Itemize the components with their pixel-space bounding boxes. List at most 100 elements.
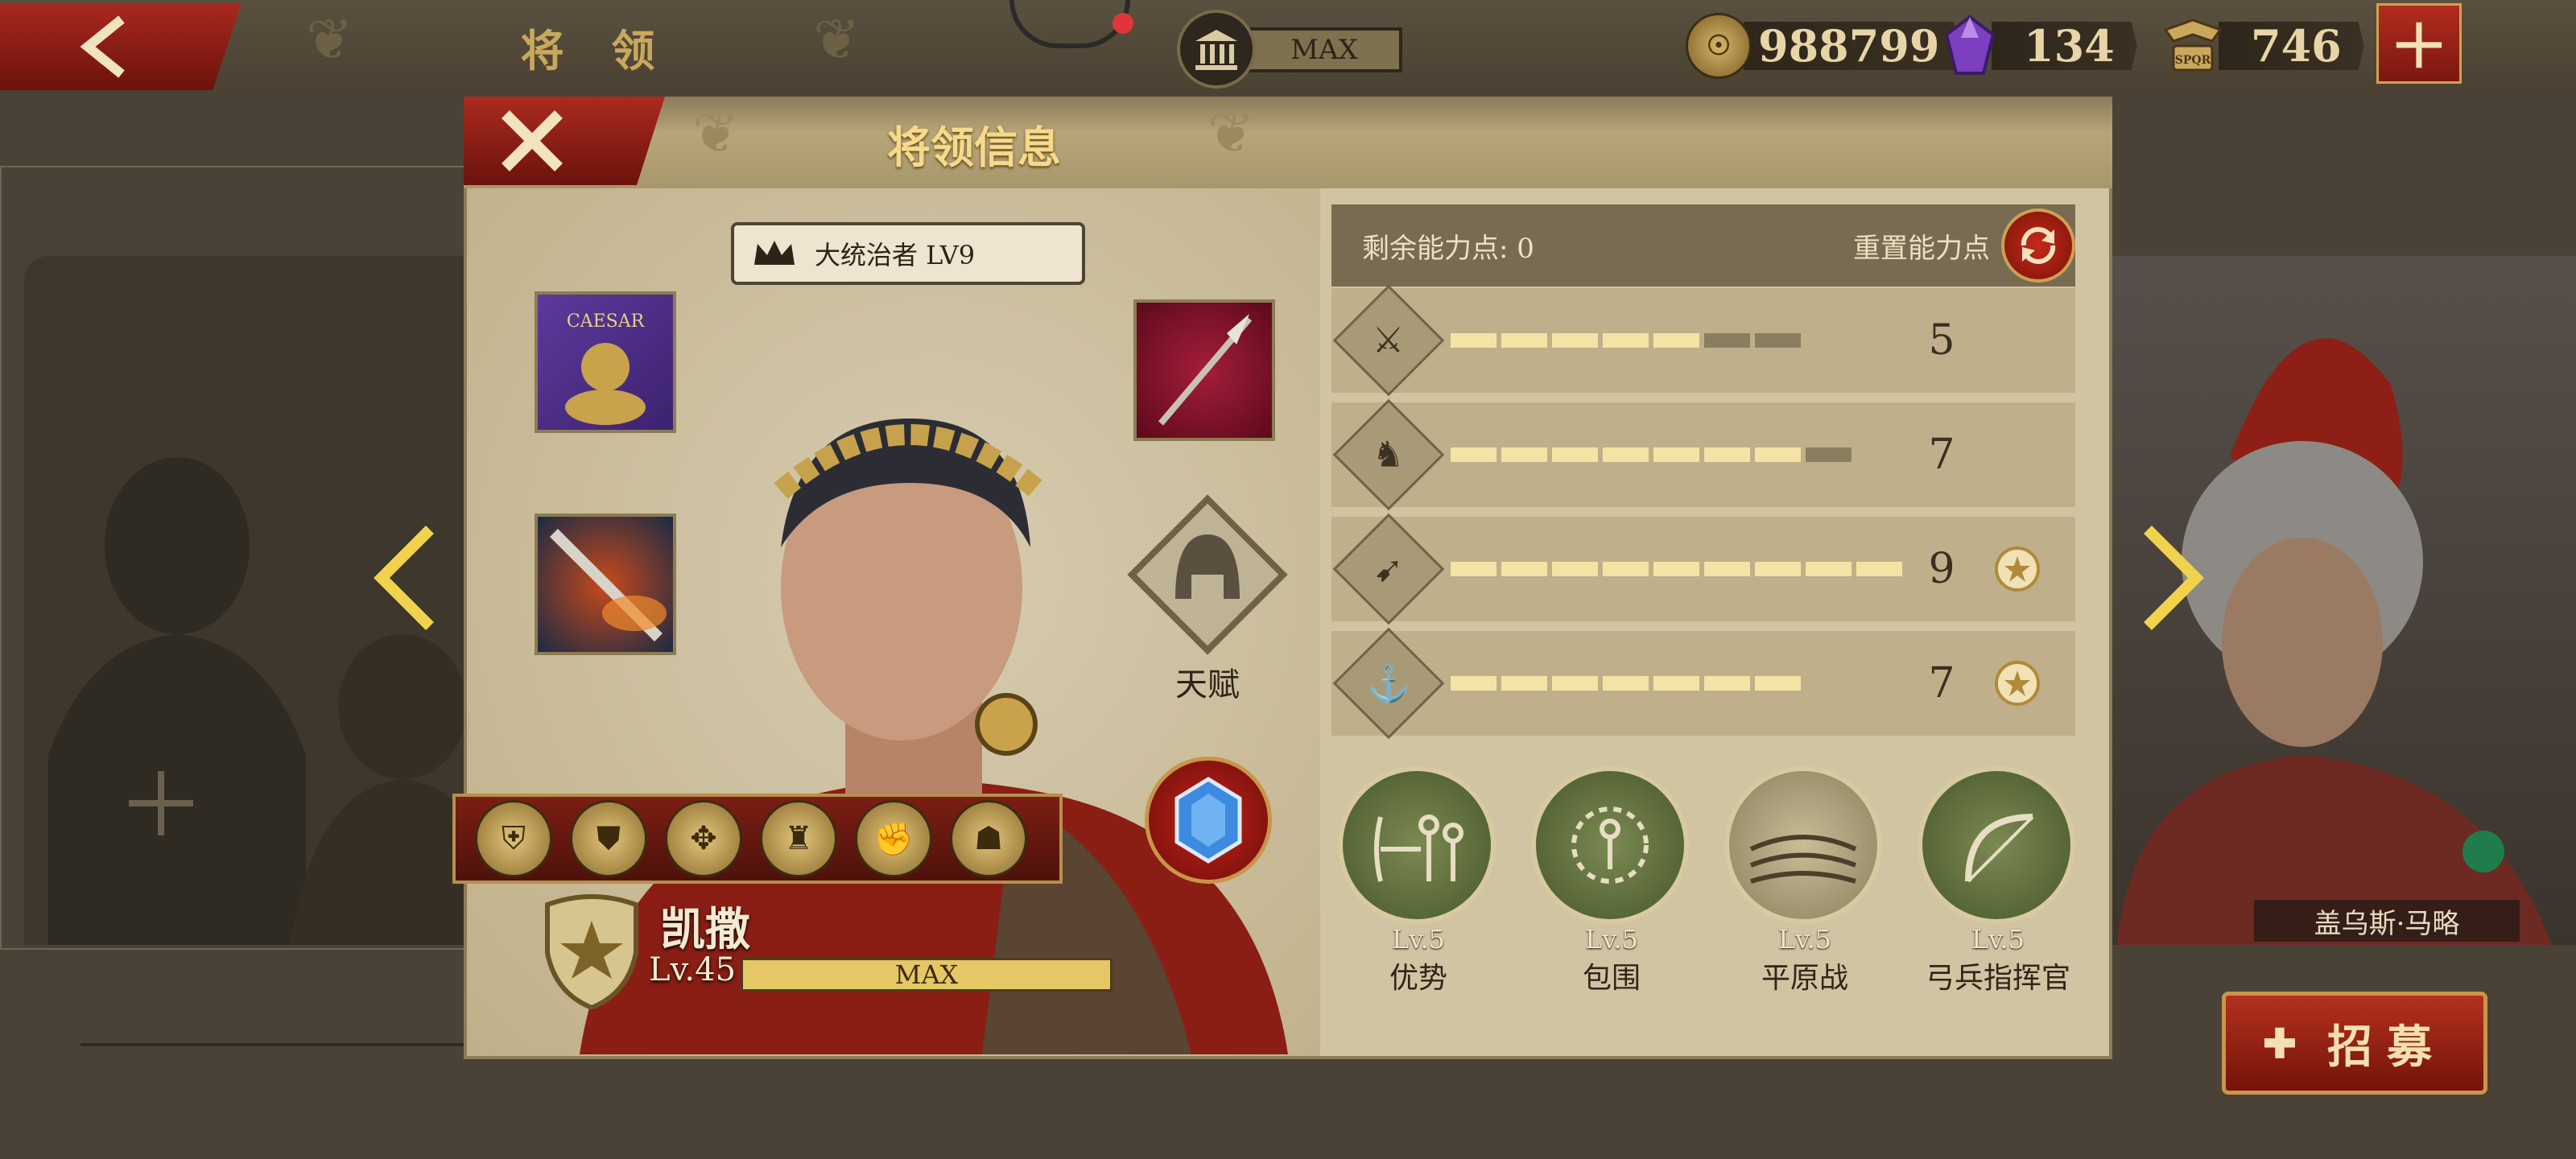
general-level: Lv.45 <box>649 951 737 988</box>
ability-name: 弓兵指挥官 <box>1925 962 2070 995</box>
skill-row: ⛨ ⛊ ✥ ♜ ✊ ☗ <box>452 794 1063 884</box>
ability-level: Lv.5 <box>1391 924 1446 955</box>
helmet-plus-icon: ✚ <box>2263 1019 2311 1067</box>
skill-arm-icon[interactable]: ✊ <box>855 800 932 877</box>
recruit-button[interactable]: ✚ 招募 <box>2222 992 2487 1095</box>
talent-label: 天赋 <box>1175 666 1240 703</box>
stat-row-cavalry: ♞ 7 <box>1331 398 2075 511</box>
ability-plains-battle[interactable]: Lv.5 平原战 <box>1724 766 1901 996</box>
spear-icon <box>1158 314 1253 426</box>
stat-bar <box>1451 333 1909 348</box>
stat-bar <box>1451 676 1909 691</box>
stat-row-archer: ➹ 9 <box>1331 513 2075 625</box>
honor-resource[interactable]: SPQR 746 <box>2161 18 2364 74</box>
previous-general-arrow-icon[interactable] <box>365 522 438 634</box>
stat-bar-segment <box>1704 448 1750 462</box>
ability-level: Lv.5 <box>1971 924 2025 955</box>
svg-text:SPQR: SPQR <box>2175 54 2211 67</box>
stat-bar-segment <box>1603 562 1649 576</box>
bow-commander-icon <box>1918 766 2075 924</box>
skill-helmet-icon[interactable]: ☗ <box>950 800 1027 877</box>
stat-bar-segment <box>1856 562 1902 576</box>
gem-value: 134 <box>1992 22 2137 70</box>
skill-cross-icon[interactable]: ✥ <box>665 800 742 877</box>
stat-value: 7 <box>1928 431 1955 479</box>
encircle-icon <box>1531 766 1689 924</box>
stat-value: 9 <box>1928 545 1955 593</box>
stat-bar-segment <box>1755 448 1801 462</box>
reset-points-button[interactable] <box>2001 208 2075 283</box>
gold-resource[interactable]: ☉ 988799 <box>1686 13 1963 79</box>
gold-value: 988799 <box>1744 22 1963 70</box>
back-button[interactable] <box>0 3 242 90</box>
stats-header: 剩余能力点: 0 重置能力点 <box>1331 204 2075 287</box>
spqr-eagle-icon: SPQR <box>2163 19 2223 72</box>
stat-row-navy: ⚓ 7 <box>1331 627 2075 740</box>
ability-name: 平原战 <box>1761 962 1848 995</box>
stat-bar-segment <box>1806 562 1852 576</box>
gold-coin-icon: ☉ <box>1686 13 1752 79</box>
stat-bar <box>1451 562 1909 576</box>
skill-shield-icon[interactable]: ⛨ <box>475 800 552 877</box>
stat-bar-segment <box>1501 333 1547 348</box>
svg-text:CAESAR: CAESAR <box>567 311 646 332</box>
stat-bar-segment <box>1755 562 1801 576</box>
stat-value: 7 <box>1928 659 1955 707</box>
stat-bar-segment <box>1653 562 1699 576</box>
stat-bar <box>1451 448 1909 462</box>
ability-name: 包围 <box>1582 962 1641 995</box>
rank-label: 大统治者 LV9 <box>731 222 1085 285</box>
gem-resource[interactable]: 134 <box>1942 14 2137 75</box>
building-level-bar: MAX <box>1246 27 1402 72</box>
stat-value: 5 <box>1928 316 1955 365</box>
recruit-label: 招募 <box>2326 1020 2446 1074</box>
panel-title: 将领信息 <box>887 121 1061 173</box>
gem-socket-button[interactable] <box>1145 757 1272 884</box>
ability-name: 优势 <box>1389 962 1447 995</box>
skill-eagle-icon[interactable]: ♜ <box>760 800 837 877</box>
temple-icon <box>1195 30 1237 70</box>
horse-icon: ♞ <box>1332 398 1445 511</box>
talent-helmet-icon[interactable] <box>1127 494 1288 655</box>
page-title: 将 领 <box>520 24 671 76</box>
close-button[interactable] <box>464 97 665 185</box>
reset-points-label: 重置能力点 <box>1853 232 1990 265</box>
next-general-arrow-icon[interactable] <box>2140 522 2212 634</box>
ability-advantage[interactable]: Lv.5 优势 <box>1338 766 1515 996</box>
stat-bar-segment <box>1451 562 1496 576</box>
stat-bar-segment <box>1451 676 1496 691</box>
bow-icon: ➹ <box>1332 513 1445 625</box>
add-resource-button[interactable]: + <box>2376 3 2462 84</box>
skill-armor-icon[interactable]: ⛊ <box>570 800 647 877</box>
stat-bar-segment <box>1653 676 1699 691</box>
star-badge-icon <box>1995 661 2040 706</box>
close-icon <box>502 110 563 171</box>
ability-encircle[interactable]: Lv.5 包围 <box>1531 766 1708 996</box>
plains-icon <box>1724 766 1882 924</box>
stat-bar-segment <box>1501 562 1547 576</box>
laurel-left-icon: ❦ <box>306 6 353 72</box>
equipment-spear-slot[interactable] <box>1133 299 1275 441</box>
stat-bar-segment <box>1451 333 1496 348</box>
equipment-banner-slot[interactable]: CAESAR <box>535 291 676 433</box>
stat-bar-segment <box>1704 333 1750 348</box>
stat-bar-segment <box>1755 676 1801 691</box>
ability-archer-commander[interactable]: Lv.5 弓兵指挥官 <box>1918 766 2095 996</box>
blue-gem-icon <box>1174 777 1242 864</box>
stat-bar-segment <box>1806 448 1852 462</box>
stat-bar-segment <box>1653 448 1699 462</box>
stat-bar-segment <box>1603 448 1649 462</box>
ability-level: Lv.5 <box>1584 924 1639 955</box>
stat-bar-segment <box>1552 562 1598 576</box>
equipment-sword-slot[interactable] <box>535 514 676 655</box>
stat-bar-segment <box>1603 676 1649 691</box>
stat-row-infantry: ⚔ 5 <box>1331 284 2075 397</box>
stat-bar-segment <box>1552 676 1598 691</box>
archers-icon <box>1338 766 1496 924</box>
caesar-banner-icon: CAESAR <box>565 311 646 425</box>
crown-icon <box>734 237 815 270</box>
laurel-left-icon: ❦ <box>692 100 740 166</box>
back-arrow-icon <box>80 15 125 78</box>
building-icon[interactable] <box>1177 10 1256 89</box>
stat-bar-segment <box>1653 333 1699 348</box>
